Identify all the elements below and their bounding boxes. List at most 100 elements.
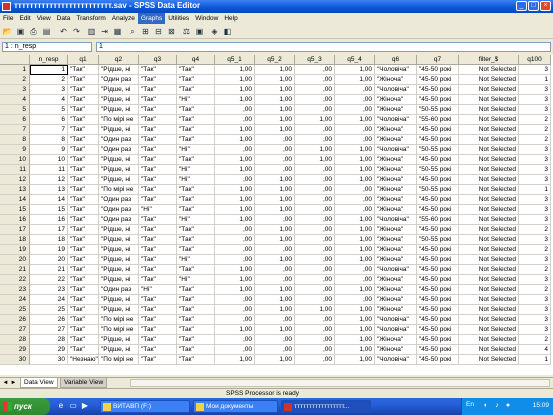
data-cell[interactable]: ,00 <box>255 165 295 175</box>
data-cell[interactable]: "Рідше, ні <box>99 235 139 245</box>
row-header[interactable]: 1 <box>0 65 30 75</box>
data-cell[interactable]: "Так" <box>177 225 215 235</box>
data-cell[interactable]: "Чоловіча" <box>375 325 417 335</box>
row-header[interactable]: 19 <box>0 245 30 255</box>
data-cell[interactable]: "Жіноча" <box>375 245 417 255</box>
data-cell[interactable]: "50-55 рокі <box>417 105 459 115</box>
data-cell[interactable]: 26 <box>30 315 68 325</box>
data-cell[interactable]: Not Selected <box>459 155 519 165</box>
data-cell[interactable]: 12 <box>30 175 68 185</box>
value-labels-icon[interactable]: ◈ <box>209 26 220 37</box>
data-cell[interactable]: "Рідше, ні <box>99 95 139 105</box>
data-cell[interactable]: "Жіноча" <box>375 155 417 165</box>
data-cell[interactable]: 1,00 <box>255 65 295 75</box>
data-cell[interactable]: "Так" <box>139 255 177 265</box>
data-cell[interactable]: Not Selected <box>459 75 519 85</box>
data-cell[interactable]: "Так" <box>68 215 99 225</box>
data-cell[interactable]: "Так" <box>139 225 177 235</box>
data-cell[interactable]: "Так" <box>139 175 177 185</box>
data-cell[interactable]: "Жіноча" <box>375 185 417 195</box>
data-cell[interactable]: "Ні" <box>177 95 215 105</box>
data-cell[interactable]: 25 <box>30 305 68 315</box>
data-cell[interactable]: Not Selected <box>459 95 519 105</box>
split-file-icon[interactable]: ⊠ <box>166 26 177 37</box>
spss-app-icon[interactable] <box>2 2 11 11</box>
data-cell[interactable]: 23 <box>30 285 68 295</box>
data-cell[interactable]: "Чоловіча" <box>375 115 417 125</box>
data-cell[interactable]: "Так" <box>68 85 99 95</box>
data-cell[interactable]: Not Selected <box>459 305 519 315</box>
data-cell[interactable]: "Так" <box>177 195 215 205</box>
data-cell[interactable]: Not Selected <box>459 265 519 275</box>
data-cell[interactable]: ,00 <box>215 315 255 325</box>
data-cell[interactable]: "Так" <box>68 275 99 285</box>
data-cell[interactable]: Not Selected <box>459 355 519 365</box>
data-cell[interactable]: "Так" <box>139 325 177 335</box>
task-button-drive[interactable]: ВИТАВП (F:) <box>100 400 190 413</box>
data-cell[interactable]: ,00 <box>295 165 335 175</box>
data-cell[interactable]: "Так" <box>177 135 215 145</box>
data-cell[interactable]: "Ні" <box>177 145 215 155</box>
data-cell[interactable]: 1,00 <box>295 155 335 165</box>
column-header-filter--[interactable]: filter_$ <box>459 55 519 65</box>
data-cell[interactable]: ,00 <box>215 115 255 125</box>
data-cell[interactable]: "Ні" <box>177 215 215 225</box>
data-cell[interactable]: Not Selected <box>459 255 519 265</box>
use-sets-icon[interactable]: ◧ <box>222 26 233 37</box>
menu-help[interactable]: Help <box>221 13 240 24</box>
data-cell[interactable]: 1,00 <box>335 155 375 165</box>
menu-edit[interactable]: Edit <box>16 13 33 24</box>
data-cell[interactable]: "Рідше, ні <box>99 265 139 275</box>
data-cell[interactable]: ,00 <box>335 105 375 115</box>
data-cell[interactable]: ,00 <box>295 315 335 325</box>
data-cell[interactable]: "Жіноча" <box>375 255 417 265</box>
data-cell[interactable]: "45-50 рокі <box>417 205 459 215</box>
data-cell[interactable]: "Жіноча" <box>375 345 417 355</box>
data-cell[interactable]: "45-50 рокі <box>417 135 459 145</box>
data-cell[interactable]: "Жіноча" <box>375 225 417 235</box>
row-header[interactable]: 17 <box>0 225 30 235</box>
find-icon[interactable]: ⌕ <box>127 26 138 37</box>
data-cell[interactable]: 28 <box>30 335 68 345</box>
data-cell[interactable]: 1,00 <box>255 355 295 365</box>
data-cell[interactable]: ,00 <box>295 95 335 105</box>
row-header[interactable]: 14 <box>0 195 30 205</box>
data-cell[interactable]: ,00 <box>295 195 335 205</box>
data-cell[interactable]: 8 <box>30 135 68 145</box>
data-cell[interactable]: "Так" <box>177 305 215 315</box>
data-cell[interactable]: "45-50 рокі <box>417 155 459 165</box>
data-cell[interactable]: "45-50 рокі <box>417 305 459 315</box>
data-cell[interactable]: ,00 <box>335 275 375 285</box>
data-cell[interactable]: ,00 <box>335 295 375 305</box>
data-cell[interactable]: "Так" <box>139 265 177 275</box>
row-header[interactable]: 7 <box>0 125 30 135</box>
data-cell[interactable]: Not Selected <box>459 145 519 155</box>
data-cell[interactable]: "45-50 рокі <box>417 285 459 295</box>
data-cell[interactable]: "Так" <box>139 125 177 135</box>
data-cell[interactable]: 1,00 <box>335 235 375 245</box>
menu-data[interactable]: Data <box>54 13 74 24</box>
data-cell[interactable]: Not Selected <box>459 345 519 355</box>
column-header-q1[interactable]: q1 <box>68 55 99 65</box>
data-cell[interactable]: Not Selected <box>459 85 519 95</box>
open-file-icon[interactable]: 📂 <box>2 26 13 37</box>
data-cell[interactable]: 1,00 <box>215 85 255 95</box>
data-cell[interactable]: "Один раз <box>99 205 139 215</box>
data-cell[interactable]: "50-55 рокі <box>417 185 459 195</box>
data-cell[interactable]: "Так" <box>68 105 99 115</box>
row-header[interactable]: 27 <box>0 325 30 335</box>
data-cell[interactable]: "Чоловіча" <box>375 65 417 75</box>
data-cell[interactable]: "Рідше, ні <box>99 125 139 135</box>
print-icon[interactable]: ⎙ <box>28 26 39 37</box>
data-cell[interactable]: "Рідше, ні <box>99 155 139 165</box>
data-cell[interactable]: ,00 <box>255 215 295 225</box>
data-cell[interactable]: "Жіноча" <box>375 305 417 315</box>
data-cell[interactable]: "Жіноча" <box>375 105 417 115</box>
data-cell[interactable]: "Рідше, ні <box>99 175 139 185</box>
data-cell[interactable]: 1,00 <box>255 95 295 105</box>
data-cell[interactable]: 1,00 <box>335 75 375 85</box>
data-cell[interactable]: ,00 <box>255 265 295 275</box>
data-cell[interactable]: Not Selected <box>459 115 519 125</box>
data-cell[interactable]: "Так" <box>68 285 99 295</box>
data-cell[interactable]: 19 <box>30 245 68 255</box>
